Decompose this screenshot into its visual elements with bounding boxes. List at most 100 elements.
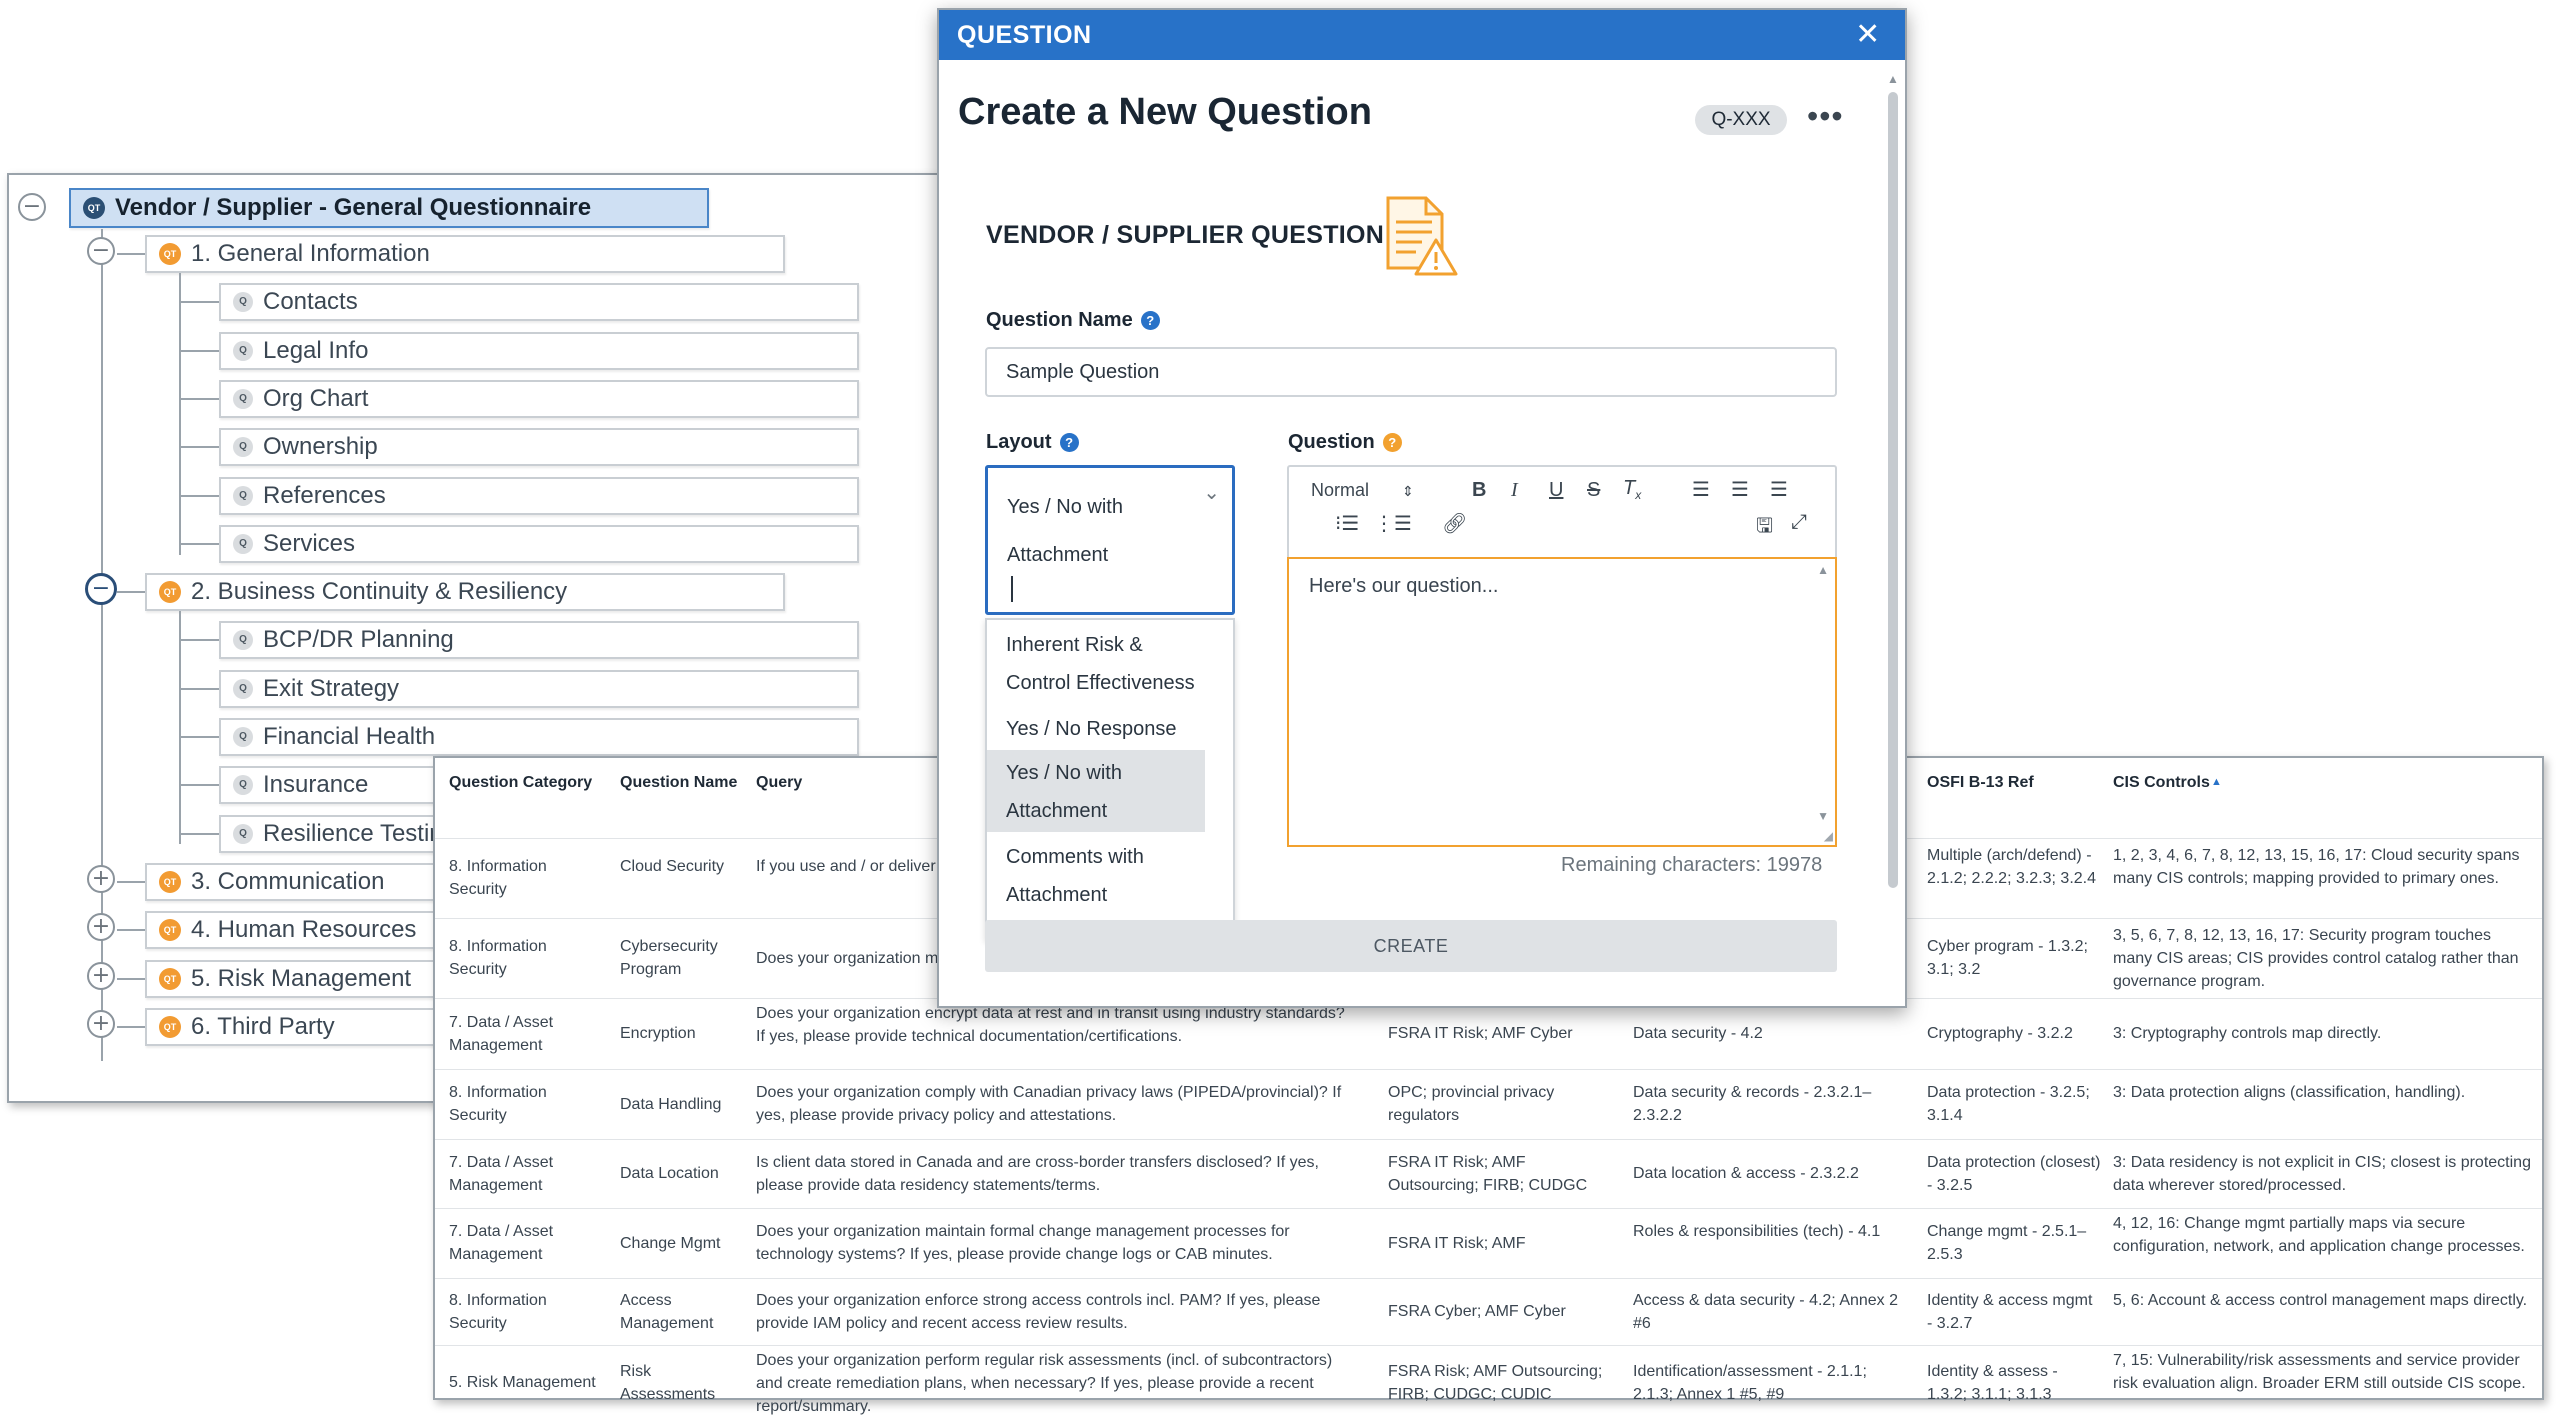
tree-root-label: Vendor / Supplier - General Questionnair… <box>115 194 592 221</box>
tree-connector-line <box>179 273 181 555</box>
tree-question-label: Ownership <box>263 433 378 461</box>
tree-question-node[interactable]: Q References <box>219 476 859 515</box>
section-toggle[interactable]: − <box>87 237 115 265</box>
bullet-list-icon[interactable]: ⁝☰ <box>1335 511 1359 535</box>
tree-section-node[interactable]: QT 2. Business Continuity & Resiliency <box>145 573 785 612</box>
table-row[interactable]: 8. Information Security Data Handling Does… <box>435 1069 2542 1139</box>
fullscreen-icon[interactable]: ⤢ <box>1791 509 1807 533</box>
layout-option[interactable]: Comments with Attachment <box>987 834 1205 918</box>
strikethrough-icon[interactable]: S <box>1587 479 1600 502</box>
table-cell-ref: Identification/assessment - 2.1.1; 2.1.3… <box>1633 1362 1867 1403</box>
table-cell-name: Data Location <box>620 1165 719 1182</box>
align-center-icon[interactable]: ☰ <box>1731 477 1749 501</box>
question-editor-text: Here's our question... <box>1309 575 1499 597</box>
italic-icon[interactable]: I <box>1511 479 1518 502</box>
bold-icon[interactable]: B <box>1472 479 1486 502</box>
table-cell-osfi: Identity & assess - 1.3.2; 3.1.1; 3.1.3 <box>1927 1362 2058 1403</box>
section-toggle[interactable]: − <box>85 573 117 606</box>
table-row[interactable]: 5. Risk Management Risk Assessments Does y… <box>435 1345 2542 1418</box>
align-right-icon[interactable]: ☰ <box>1770 477 1788 501</box>
question-badge-icon: Q <box>233 630 253 651</box>
column-header[interactable]: Query <box>756 774 802 792</box>
chevron-down-icon[interactable]: ⌄ <box>1203 482 1220 502</box>
section-toggle[interactable]: + <box>87 864 115 893</box>
section-toggle[interactable]: + <box>87 913 115 942</box>
tree-connector-line <box>117 929 145 932</box>
layout-select[interactable]: Yes / No with Attachment ⌄ <box>985 465 1235 615</box>
tree-question-label: Contacts <box>263 288 358 316</box>
scroll-up-arrow-icon[interactable]: ▲ <box>1887 72 1899 86</box>
tree-connector-line <box>117 253 145 255</box>
table-cell-query: Does your organization enforce strong ac… <box>756 1291 1321 1332</box>
table-row[interactable]: 7. Data / Asset Management Data Location I… <box>435 1139 2542 1208</box>
tree-question-node[interactable]: Q Legal Info <box>219 331 859 370</box>
resize-handle-icon[interactable]: ◢ <box>1824 829 1833 843</box>
question-badge-icon: Q <box>233 340 253 361</box>
format-select[interactable]: Normal ⇕ <box>1311 480 1414 501</box>
tree-question-node[interactable]: Q Contacts <box>219 283 859 322</box>
modal-scrollbar[interactable]: ▲ <box>1883 70 1901 1000</box>
clear-format-icon[interactable]: Tx <box>1623 477 1641 502</box>
underline-icon[interactable]: U <box>1549 479 1563 502</box>
tree-question-node[interactable]: Q Financial Health <box>219 718 859 756</box>
tree-question-node[interactable]: Q Ownership <box>219 428 859 467</box>
question-rich-text-editor: Normal ⇕ B I U S Tx ☰ ☰ ☰ ⁝☰ ⋮☰ 🔗︎ 🖫 ⤢ H… <box>1287 465 1837 847</box>
link-icon[interactable]: 🔗︎ <box>1442 511 1467 535</box>
table-cell-query: Does your organization comply with Canad… <box>756 1084 1342 1124</box>
tree-question-node[interactable]: Q Org Chart <box>219 379 859 418</box>
question-badge-icon: Q <box>233 437 253 458</box>
tree-question-label: Services <box>263 529 356 557</box>
sort-ascending-icon[interactable]: ▲ <box>2211 776 2222 788</box>
help-icon[interactable]: ? <box>1140 311 1160 330</box>
save-icon[interactable]: 🖫 <box>1756 511 1773 545</box>
table-cell-category: 5. Risk Management <box>449 1374 596 1391</box>
more-options-button[interactable]: ••• <box>1807 98 1844 135</box>
tree-root-node[interactable]: QT Vendor / Supplier - General Questionna… <box>69 188 709 228</box>
section-badge-icon: QT <box>159 243 181 265</box>
layout-option[interactable]: Yes / No Response <box>987 708 1205 748</box>
numbered-list-icon[interactable]: ⋮☰ <box>1374 511 1412 535</box>
section-toggle[interactable]: + <box>87 961 115 990</box>
tree-section-label: 4. Human Resources <box>191 916 417 944</box>
tree-question-label: BCP/DR Planning <box>263 626 454 654</box>
tree-connector-line <box>179 301 219 304</box>
question-editor-body[interactable]: Here's our question... ▲ ▼ ◢ <box>1287 557 1837 847</box>
table-row[interactable]: 7. Data / Asset Management Change Mgmt Doe… <box>435 1208 2542 1278</box>
help-icon[interactable]: ? <box>1059 433 1079 452</box>
tree-connector-line <box>179 832 219 835</box>
tree-section-label: 1. General Information <box>191 240 430 267</box>
table-row[interactable]: 7. Data / Asset Management Encryption Does… <box>435 998 2542 1069</box>
scrollbar-thumb[interactable] <box>1888 92 1898 888</box>
scroll-down-icon[interactable]: ▼ <box>1817 809 1829 823</box>
table-cell-osfi: Multiple (arch/defend) - 2.1.2; 2.2.2; 3… <box>1927 846 2097 887</box>
column-header[interactable]: Question Name <box>620 774 737 792</box>
align-left-icon[interactable]: ☰ <box>1692 477 1710 501</box>
text-cursor <box>1011 576 1013 602</box>
questionnaire-badge-icon: QT <box>83 197 105 219</box>
create-button[interactable]: CREATE <box>985 920 1837 972</box>
table-row[interactable]: 8. Information Security Access Management… <box>435 1278 2542 1345</box>
table-cell-osfi: Data protection - 3.2.5; 3.1.4 <box>1927 1084 2090 1124</box>
close-button[interactable]: ✕ <box>1851 18 1885 52</box>
tree-question-node[interactable]: Q Exit Strategy <box>219 669 859 708</box>
layout-option[interactable]: Inherent Risk & Control Effectiveness <box>987 622 1205 706</box>
table-cell-reg: FSRA Risk; AMF Outsourcing; FIRB; CUDGC;… <box>1388 1362 1603 1403</box>
table-cell-reg: FSRA IT Risk; AMF Cyber <box>1388 1025 1573 1042</box>
question-badge-icon: Q <box>233 533 253 554</box>
tree-connector-line <box>179 611 181 845</box>
column-header[interactable]: OSFI B-13 Ref <box>1927 774 2034 792</box>
table-cell-category: 7. Data / Asset Management <box>449 1153 554 1194</box>
tree-question-node[interactable]: Q BCP/DR Planning <box>219 621 859 660</box>
scroll-up-icon[interactable]: ▲ <box>1817 563 1829 577</box>
collapse-toggle-root[interactable]: − <box>18 193 46 221</box>
help-icon[interactable]: ? <box>1382 433 1402 452</box>
tree-section-label: 6. Third Party <box>191 1012 335 1040</box>
column-header[interactable]: CIS Controls <box>2113 774 2210 792</box>
tree-question-node[interactable]: Q Services <box>219 524 859 563</box>
tree-section-node[interactable]: QT 1. General Information <box>145 235 785 273</box>
tree-connector-line <box>179 736 219 738</box>
section-toggle[interactable]: + <box>87 1009 115 1038</box>
question-name-input[interactable]: Sample Question <box>985 347 1837 397</box>
layout-option[interactable]: Yes / No with Attachment <box>987 750 1205 832</box>
column-header[interactable]: Question Category <box>449 774 592 792</box>
